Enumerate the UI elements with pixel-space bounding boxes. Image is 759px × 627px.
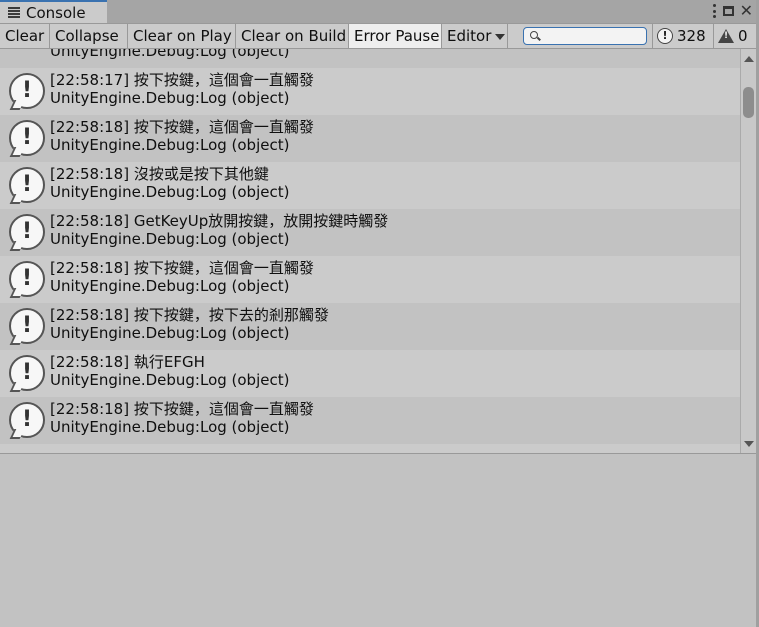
log-entry-partial[interactable]: UnityEngine.Debug:Log (object) xyxy=(0,49,740,68)
stacktrace-detail-pane xyxy=(0,454,756,627)
info-icon: ! xyxy=(9,214,45,250)
scrollbar-thumb[interactable] xyxy=(743,87,754,118)
log-entry[interactable]: ! [22:58:18] 執行EFGH UnityEngine.Debug:Log… xyxy=(0,350,740,397)
editor-dropdown-label: Editor xyxy=(447,27,492,45)
log-entry[interactable]: ! [22:58:17] 按下按鍵，這個會一直觸發 UnityEngine.Deb… xyxy=(0,68,740,115)
maximize-icon[interactable] xyxy=(722,6,734,16)
search-input[interactable] xyxy=(523,27,647,45)
log-message: [22:58:18] 按下按鍵，按下去的剎那觸發 xyxy=(50,306,329,324)
clear-on-build-toggle[interactable]: Clear on Build xyxy=(236,24,349,48)
info-icon: ! xyxy=(9,355,45,391)
info-filter-toggle[interactable]: ! 328 xyxy=(652,24,710,48)
log-entry[interactable]: ! [22:58:18] 按下按鍵，按下去的剎那觸發 UnityEngine.De… xyxy=(0,303,740,350)
info-icon: ! xyxy=(657,28,673,44)
info-icon: ! xyxy=(9,73,45,109)
log-stacktrace: UnityEngine.Debug:Log (object) xyxy=(50,136,290,154)
info-icon: ! xyxy=(9,308,45,344)
clear-button[interactable]: Clear xyxy=(0,24,50,48)
error-pause-toggle[interactable]: Error Pause xyxy=(349,24,442,48)
editor-dropdown[interactable]: Editor xyxy=(442,24,508,48)
scroll-down-icon[interactable] xyxy=(744,441,754,447)
tab-console[interactable]: Console xyxy=(0,0,107,23)
log-stacktrace: UnityEngine.Debug:Log (object) xyxy=(50,324,290,342)
chevron-down-icon xyxy=(495,33,506,40)
log-message: [22:58:18] GetKeyUp放開按鍵，放開按鍵時觸發 xyxy=(50,212,389,230)
log-message: [22:58:18] 執行EFGH xyxy=(50,353,205,371)
log-stacktrace: UnityEngine.Debug:Log (object) xyxy=(50,277,290,295)
console-toolbar: Clear Collapse Clear on Play Clear on Bu… xyxy=(0,24,759,49)
log-entry-partial-bottom[interactable] xyxy=(0,444,740,453)
scroll-up-icon[interactable] xyxy=(744,56,754,62)
kebab-menu-icon[interactable] xyxy=(712,4,717,18)
log-stacktrace: UnityEngine.Debug:Log (object) xyxy=(50,371,290,389)
warning-icon xyxy=(718,29,734,43)
log-stacktrace: UnityEngine.Debug:Log (object) xyxy=(50,89,290,107)
close-icon[interactable]: ✕ xyxy=(740,3,753,19)
log-message: [22:58:18] 按下按鍵，這個會一直觸發 xyxy=(50,259,314,277)
console-icon xyxy=(8,6,20,19)
log-message: [22:58:18] 沒按或是按下其他鍵 xyxy=(50,165,269,183)
info-icon: ! xyxy=(9,167,45,203)
log-stacktrace: UnityEngine.Debug:Log (object) xyxy=(50,183,290,201)
window-controls: ✕ xyxy=(712,2,753,20)
tab-strip: Console ✕ xyxy=(0,0,759,24)
info-icon: ! xyxy=(9,261,45,297)
log-stacktrace: UnityEngine.Debug:Log (object) xyxy=(50,418,290,436)
info-icon: ! xyxy=(9,120,45,156)
vertical-scrollbar[interactable] xyxy=(740,49,756,453)
tab-console-label: Console xyxy=(26,3,86,22)
info-icon: ! xyxy=(9,402,45,438)
log-entry[interactable]: ! [22:58:18] 沒按或是按下其他鍵 UnityEngine.Debug:… xyxy=(0,162,740,209)
warning-filter-toggle[interactable]: 0 xyxy=(713,24,752,48)
info-count: 328 xyxy=(677,27,706,45)
log-entry[interactable]: ! [22:58:18] 按下按鍵，這個會一直觸發 UnityEngine.Deb… xyxy=(0,256,740,303)
log-stacktrace: UnityEngine.Debug:Log (object) xyxy=(50,49,290,60)
log-list[interactable]: UnityEngine.Debug:Log (object) ! [22:58:… xyxy=(0,49,740,453)
log-stacktrace: UnityEngine.Debug:Log (object) xyxy=(50,230,290,248)
log-entry[interactable]: ! [22:58:18] 按下按鍵，這個會一直觸發 UnityEngine.Deb… xyxy=(0,115,740,162)
log-message: [22:58:18] 按下按鍵，這個會一直觸發 xyxy=(50,400,314,418)
search-icon xyxy=(530,31,538,39)
log-entry[interactable]: ! [22:58:18] GetKeyUp放開按鍵，放開按鍵時觸發 UnityEn… xyxy=(0,209,740,256)
collapse-toggle[interactable]: Collapse xyxy=(50,24,128,48)
log-message: [22:58:18] 按下按鍵，這個會一直觸發 xyxy=(50,118,314,136)
warning-count: 0 xyxy=(738,27,748,45)
clear-on-play-toggle[interactable]: Clear on Play xyxy=(128,24,236,48)
log-message: [22:58:17] 按下按鍵，這個會一直觸發 xyxy=(50,71,314,89)
log-entry[interactable]: ! [22:58:18] 按下按鍵，這個會一直觸發 UnityEngine.Deb… xyxy=(0,397,740,444)
